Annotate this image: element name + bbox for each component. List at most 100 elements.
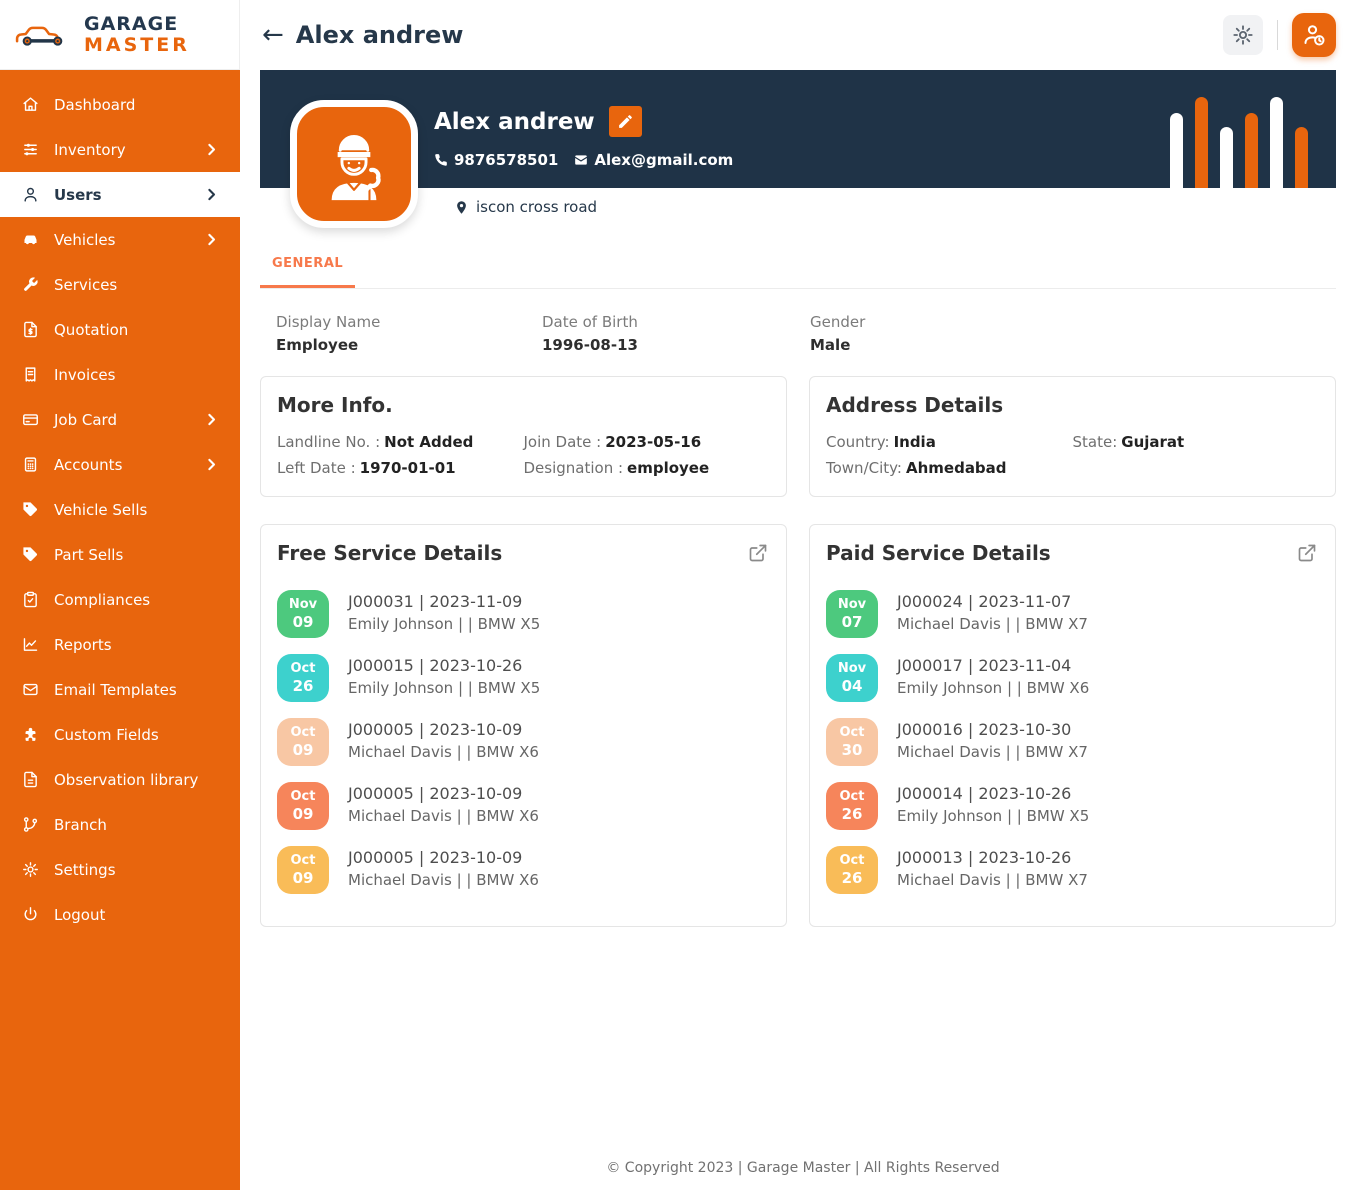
sidebar-item-label: Reports bbox=[54, 636, 220, 654]
sidebar-item-logout[interactable]: Logout bbox=[0, 892, 240, 937]
sidebar-item-custom-fields[interactable]: Custom Fields bbox=[0, 712, 240, 757]
entry-customer-line: Emily Johnson | | BMW X5 bbox=[348, 679, 540, 697]
sidebar-item-label: Quotation bbox=[54, 321, 220, 339]
free-service-card: Free Service Details Nov09J000031 | 2023… bbox=[260, 524, 787, 927]
entry-job-line: J000017 | 2023-11-04 bbox=[897, 656, 1089, 675]
free-service-entry[interactable]: Nov09J000031 | 2023-11-09Emily Johnson |… bbox=[277, 590, 770, 638]
mail-icon bbox=[22, 681, 39, 698]
sidebar-item-dashboard[interactable]: Dashboard bbox=[0, 82, 240, 127]
sidebar-item-label: Vehicles bbox=[54, 231, 188, 249]
entry-customer-line: Michael Davis | | BMW X6 bbox=[348, 871, 539, 889]
entry-job-line: J000015 | 2023-10-26 bbox=[348, 656, 540, 675]
profile-name: Alex andrew bbox=[434, 109, 595, 135]
garage-master-logo-icon bbox=[12, 19, 76, 51]
tag-icon bbox=[22, 501, 39, 518]
entry-customer-line: Emily Johnson | | BMW X5 bbox=[897, 807, 1089, 825]
banner-bars-decoration bbox=[1170, 97, 1308, 188]
sidebar-item-label: Services bbox=[54, 276, 220, 294]
page-title: Alex andrew bbox=[296, 21, 464, 49]
sidebar-item-label: Users bbox=[54, 186, 188, 204]
more-info-card: More Info. Landline No. :Not Added Join … bbox=[260, 376, 787, 497]
settings-button[interactable] bbox=[1223, 15, 1263, 55]
paid-service-card: Paid Service Details Nov07J000024 | 2023… bbox=[809, 524, 1336, 927]
sidebar-item-users[interactable]: Users bbox=[0, 172, 240, 217]
entry-job-line: J000005 | 2023-10-09 bbox=[348, 720, 539, 739]
sidebar-item-label: Compliances bbox=[54, 591, 220, 609]
date-badge: Oct09 bbox=[277, 782, 329, 830]
paid-service-entry[interactable]: Oct26J000014 | 2023-10-26Emily Johnson |… bbox=[826, 782, 1319, 830]
gear-icon bbox=[22, 861, 39, 878]
brand-name-line2: MASTER bbox=[84, 35, 190, 56]
sidebar-item-reports[interactable]: Reports bbox=[0, 622, 240, 667]
sidebar-item-services[interactable]: Services bbox=[0, 262, 240, 307]
sidebar-nav: Dashboard Inventory Users Vehicles Services Q… bbox=[0, 70, 240, 937]
chevron-right-icon bbox=[203, 186, 220, 203]
landline-pair: Landline No. :Not Added bbox=[277, 433, 524, 451]
paid-service-entry[interactable]: Oct30J000016 | 2023-10-30Michael Davis |… bbox=[826, 718, 1319, 766]
field-display-name: Display Name Employee bbox=[276, 313, 542, 354]
profile-banner: Alex andrew 9876578501 Alex@gmail.com bbox=[260, 70, 1336, 188]
sidebar-item-label: Branch bbox=[54, 816, 220, 834]
sidebar-item-job-card[interactable]: Job Card bbox=[0, 397, 240, 442]
envelope-icon bbox=[574, 153, 588, 167]
user-icon bbox=[22, 186, 39, 203]
free-service-entry[interactable]: Oct09J000005 | 2023-10-09Michael Davis |… bbox=[277, 846, 770, 894]
sidebar-item-label: Part Sells bbox=[54, 546, 220, 564]
sidebar-item-part-sells[interactable]: Part Sells bbox=[0, 532, 240, 577]
mechanic-avatar-icon bbox=[311, 121, 397, 207]
topbar-divider bbox=[1277, 20, 1278, 50]
join-date-pair: Join Date :2023-05-16 bbox=[524, 433, 771, 451]
calculator-icon bbox=[22, 456, 39, 473]
profile-address: iscon cross road bbox=[476, 198, 597, 216]
paid-service-entry[interactable]: Nov04J000017 | 2023-11-04Emily Johnson |… bbox=[826, 654, 1319, 702]
tag-icon bbox=[22, 546, 39, 563]
chart-icon bbox=[22, 636, 39, 653]
gear-icon bbox=[1232, 24, 1254, 46]
receipt-icon bbox=[22, 366, 39, 383]
sidebar-item-compliances[interactable]: Compliances bbox=[0, 577, 240, 622]
chevron-right-icon bbox=[203, 141, 220, 158]
sidebar-item-label: Settings bbox=[54, 861, 220, 879]
card-icon bbox=[22, 411, 39, 428]
sidebar-item-inventory[interactable]: Inventory bbox=[0, 127, 240, 172]
chevron-right-icon bbox=[203, 231, 220, 248]
sidebar-item-settings[interactable]: Settings bbox=[0, 847, 240, 892]
tab-general[interactable]: GENERAL bbox=[260, 256, 355, 288]
back-arrow[interactable]: ← bbox=[262, 22, 284, 48]
date-badge: Oct26 bbox=[826, 782, 878, 830]
entry-customer-line: Michael Davis | | BMW X6 bbox=[348, 807, 539, 825]
date-badge: Nov09 bbox=[277, 590, 329, 638]
sidebar-item-vehicle-sells[interactable]: Vehicle Sells bbox=[0, 487, 240, 532]
paid-service-entry[interactable]: Nov07J000024 | 2023-11-07Michael Davis |… bbox=[826, 590, 1319, 638]
more-info-title: More Info. bbox=[277, 393, 770, 417]
sidebar-item-observation-library[interactable]: Observation library bbox=[0, 757, 240, 802]
entry-job-line: J000016 | 2023-10-30 bbox=[897, 720, 1088, 739]
user-history-button[interactable] bbox=[1292, 13, 1336, 57]
free-service-entry[interactable]: Oct26J000015 | 2023-10-26Emily Johnson |… bbox=[277, 654, 770, 702]
sidebar-item-email-templates[interactable]: Email Templates bbox=[0, 667, 240, 712]
paid-service-entry[interactable]: Oct26J000013 | 2023-10-26Michael Davis |… bbox=[826, 846, 1319, 894]
sidebar: GARAGE MASTER DashboardInventoryUsersVeh… bbox=[0, 0, 240, 1190]
edit-profile-button[interactable] bbox=[609, 106, 642, 137]
date-badge: Oct26 bbox=[826, 846, 878, 894]
sidebar-item-vehicles[interactable]: Vehicles bbox=[0, 217, 240, 262]
sidebar-item-invoices[interactable]: Invoices bbox=[0, 352, 240, 397]
paid-service-title: Paid Service Details bbox=[826, 541, 1051, 565]
sidebar-item-branch[interactable]: Branch bbox=[0, 802, 240, 847]
free-service-entry[interactable]: Oct09J000005 | 2023-10-09Michael Davis |… bbox=[277, 718, 770, 766]
map-pin-icon bbox=[454, 200, 469, 215]
entry-customer-line: Michael Davis | | BMW X6 bbox=[348, 743, 539, 761]
paid-service-open-button[interactable] bbox=[1295, 541, 1319, 568]
sidebar-item-label: Job Card bbox=[54, 411, 188, 429]
profile-phone: 9876578501 bbox=[454, 151, 558, 169]
sidebar-item-label: Accounts bbox=[54, 456, 188, 474]
free-service-entry[interactable]: Oct09J000005 | 2023-10-09Michael Davis |… bbox=[277, 782, 770, 830]
profile-tabs: GENERAL bbox=[260, 256, 1336, 289]
external-link-icon bbox=[1297, 543, 1317, 563]
chevron-right-icon bbox=[203, 456, 220, 473]
sidebar-item-label: Custom Fields bbox=[54, 726, 220, 744]
sidebar-item-label: Inventory bbox=[54, 141, 188, 159]
sidebar-item-accounts[interactable]: Accounts bbox=[0, 442, 240, 487]
sidebar-item-quotation[interactable]: Quotation bbox=[0, 307, 240, 352]
free-service-open-button[interactable] bbox=[746, 541, 770, 568]
